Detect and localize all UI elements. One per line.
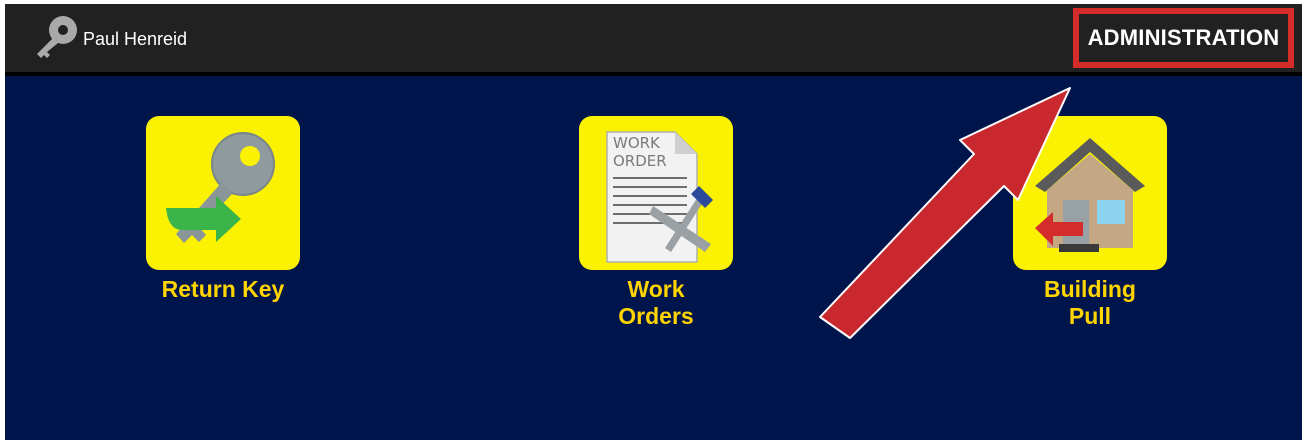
work-order-doc-text: ORDER [613,152,667,170]
work-orders-label: Work Orders [618,276,694,329]
building-pull-icon[interactable] [1013,116,1167,270]
building-pull-label: Building Pull [1044,276,1136,329]
key-icon [37,16,77,58]
work-orders-tile[interactable]: WORK ORDER Work Orders [579,116,733,330]
work-order-doc-text: WORK [613,134,661,152]
administration-label: ADMINISTRATION [1087,25,1280,50]
administration-button[interactable]: ADMINISTRATION [1073,8,1294,68]
return-key-icon[interactable] [146,116,300,270]
return-key-tile[interactable]: Return Key [146,116,300,303]
work-order-icon[interactable]: WORK ORDER [579,116,733,270]
app-window: Paul Henreid ADMINISTRATION Return Key W… [5,4,1302,440]
building-pull-tile[interactable]: Building Pull [1013,116,1167,330]
main-content: Return Key WORK ORDER Work Orders Buildi… [5,76,1302,440]
return-key-label: Return Key [161,276,285,302]
user-name: Paul Henreid [83,29,188,49]
top-bar: Paul Henreid ADMINISTRATION [5,4,1302,72]
